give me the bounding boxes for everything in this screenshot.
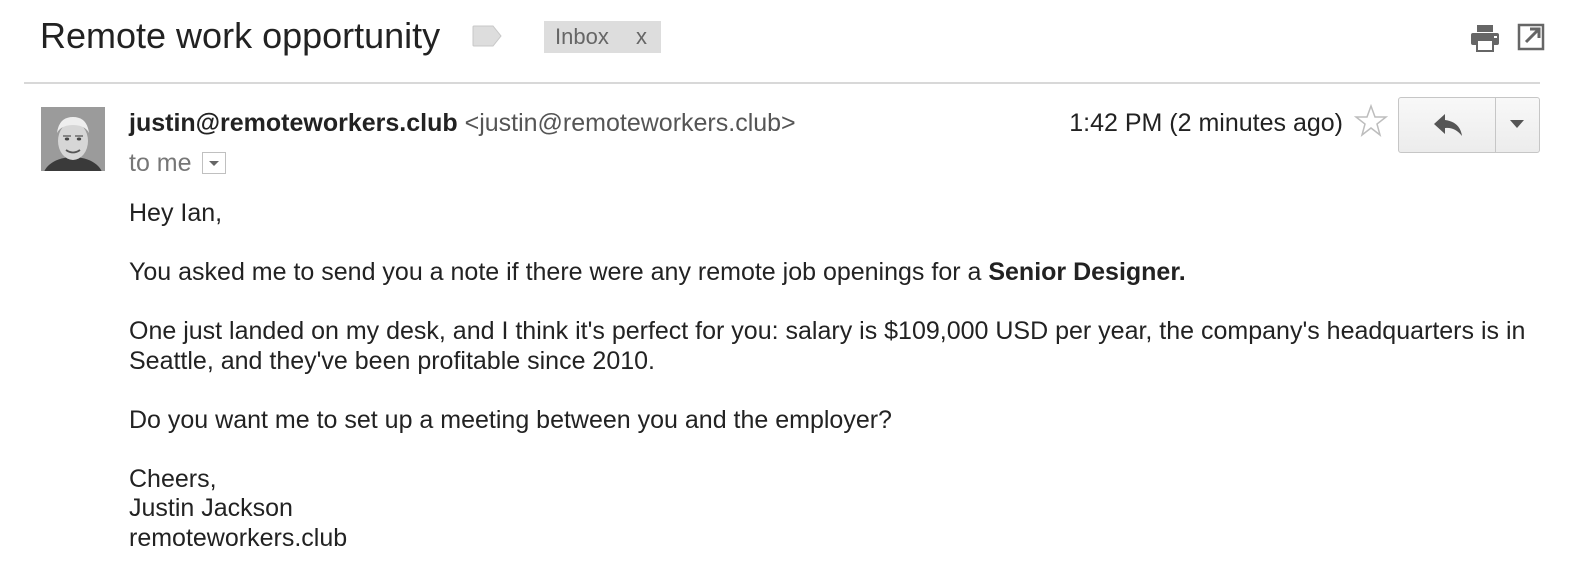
remove-label-button[interactable]: x: [636, 21, 647, 53]
signature-name: Justin Jackson: [129, 494, 293, 522]
message-body: Hey Ian, You asked me to send you a note…: [129, 199, 1529, 553]
message-timestamp: 1:42 PM (2 minutes ago): [1069, 109, 1343, 137]
print-icon[interactable]: [1469, 23, 1501, 53]
job-title: Senior Designer.: [988, 258, 1186, 286]
inbox-label-text: Inbox: [555, 24, 609, 49]
new-window-icon[interactable]: [1517, 23, 1545, 51]
sender-email: <justin@remoteworkers.club>: [464, 109, 796, 137]
label-tag-icon[interactable]: [472, 25, 502, 47]
email-subject: Remote work opportunity: [40, 15, 441, 56]
reply-button-group: [1398, 97, 1540, 153]
star-icon[interactable]: [1354, 104, 1388, 138]
signature-site[interactable]: remoteworkers.club: [129, 524, 1529, 554]
more-actions-button[interactable]: [1496, 98, 1539, 152]
header-divider: [24, 82, 1540, 84]
signoff: Cheers,: [129, 464, 217, 493]
subject-bar: Remote work opportunity Inbox x: [0, 0, 1586, 84]
sender-line: justin@remoteworkers.club <justin@remote…: [129, 108, 796, 138]
recipient-text: to me: [129, 149, 192, 177]
reply-button[interactable]: [1399, 98, 1496, 152]
reply-icon: [1434, 114, 1462, 136]
sender-avatar: [41, 107, 105, 171]
body-paragraph-2: One just landed on my desk, and I think …: [129, 317, 1526, 375]
dropdown-arrow-icon: [1510, 120, 1524, 128]
inbox-label-chip[interactable]: Inbox x: [544, 21, 661, 53]
body-paragraph-1-text: You asked me to send you a note if there…: [129, 258, 989, 286]
sender-name[interactable]: justin@remoteworkers.club: [129, 109, 458, 137]
greeting: Hey Ian,: [129, 199, 223, 227]
body-paragraph-1: You asked me to send you a note if there…: [129, 258, 1529, 288]
recipient-details-dropdown-icon[interactable]: [202, 152, 226, 174]
body-paragraph-3: Do you want me to set up a meeting betwe…: [129, 405, 892, 434]
